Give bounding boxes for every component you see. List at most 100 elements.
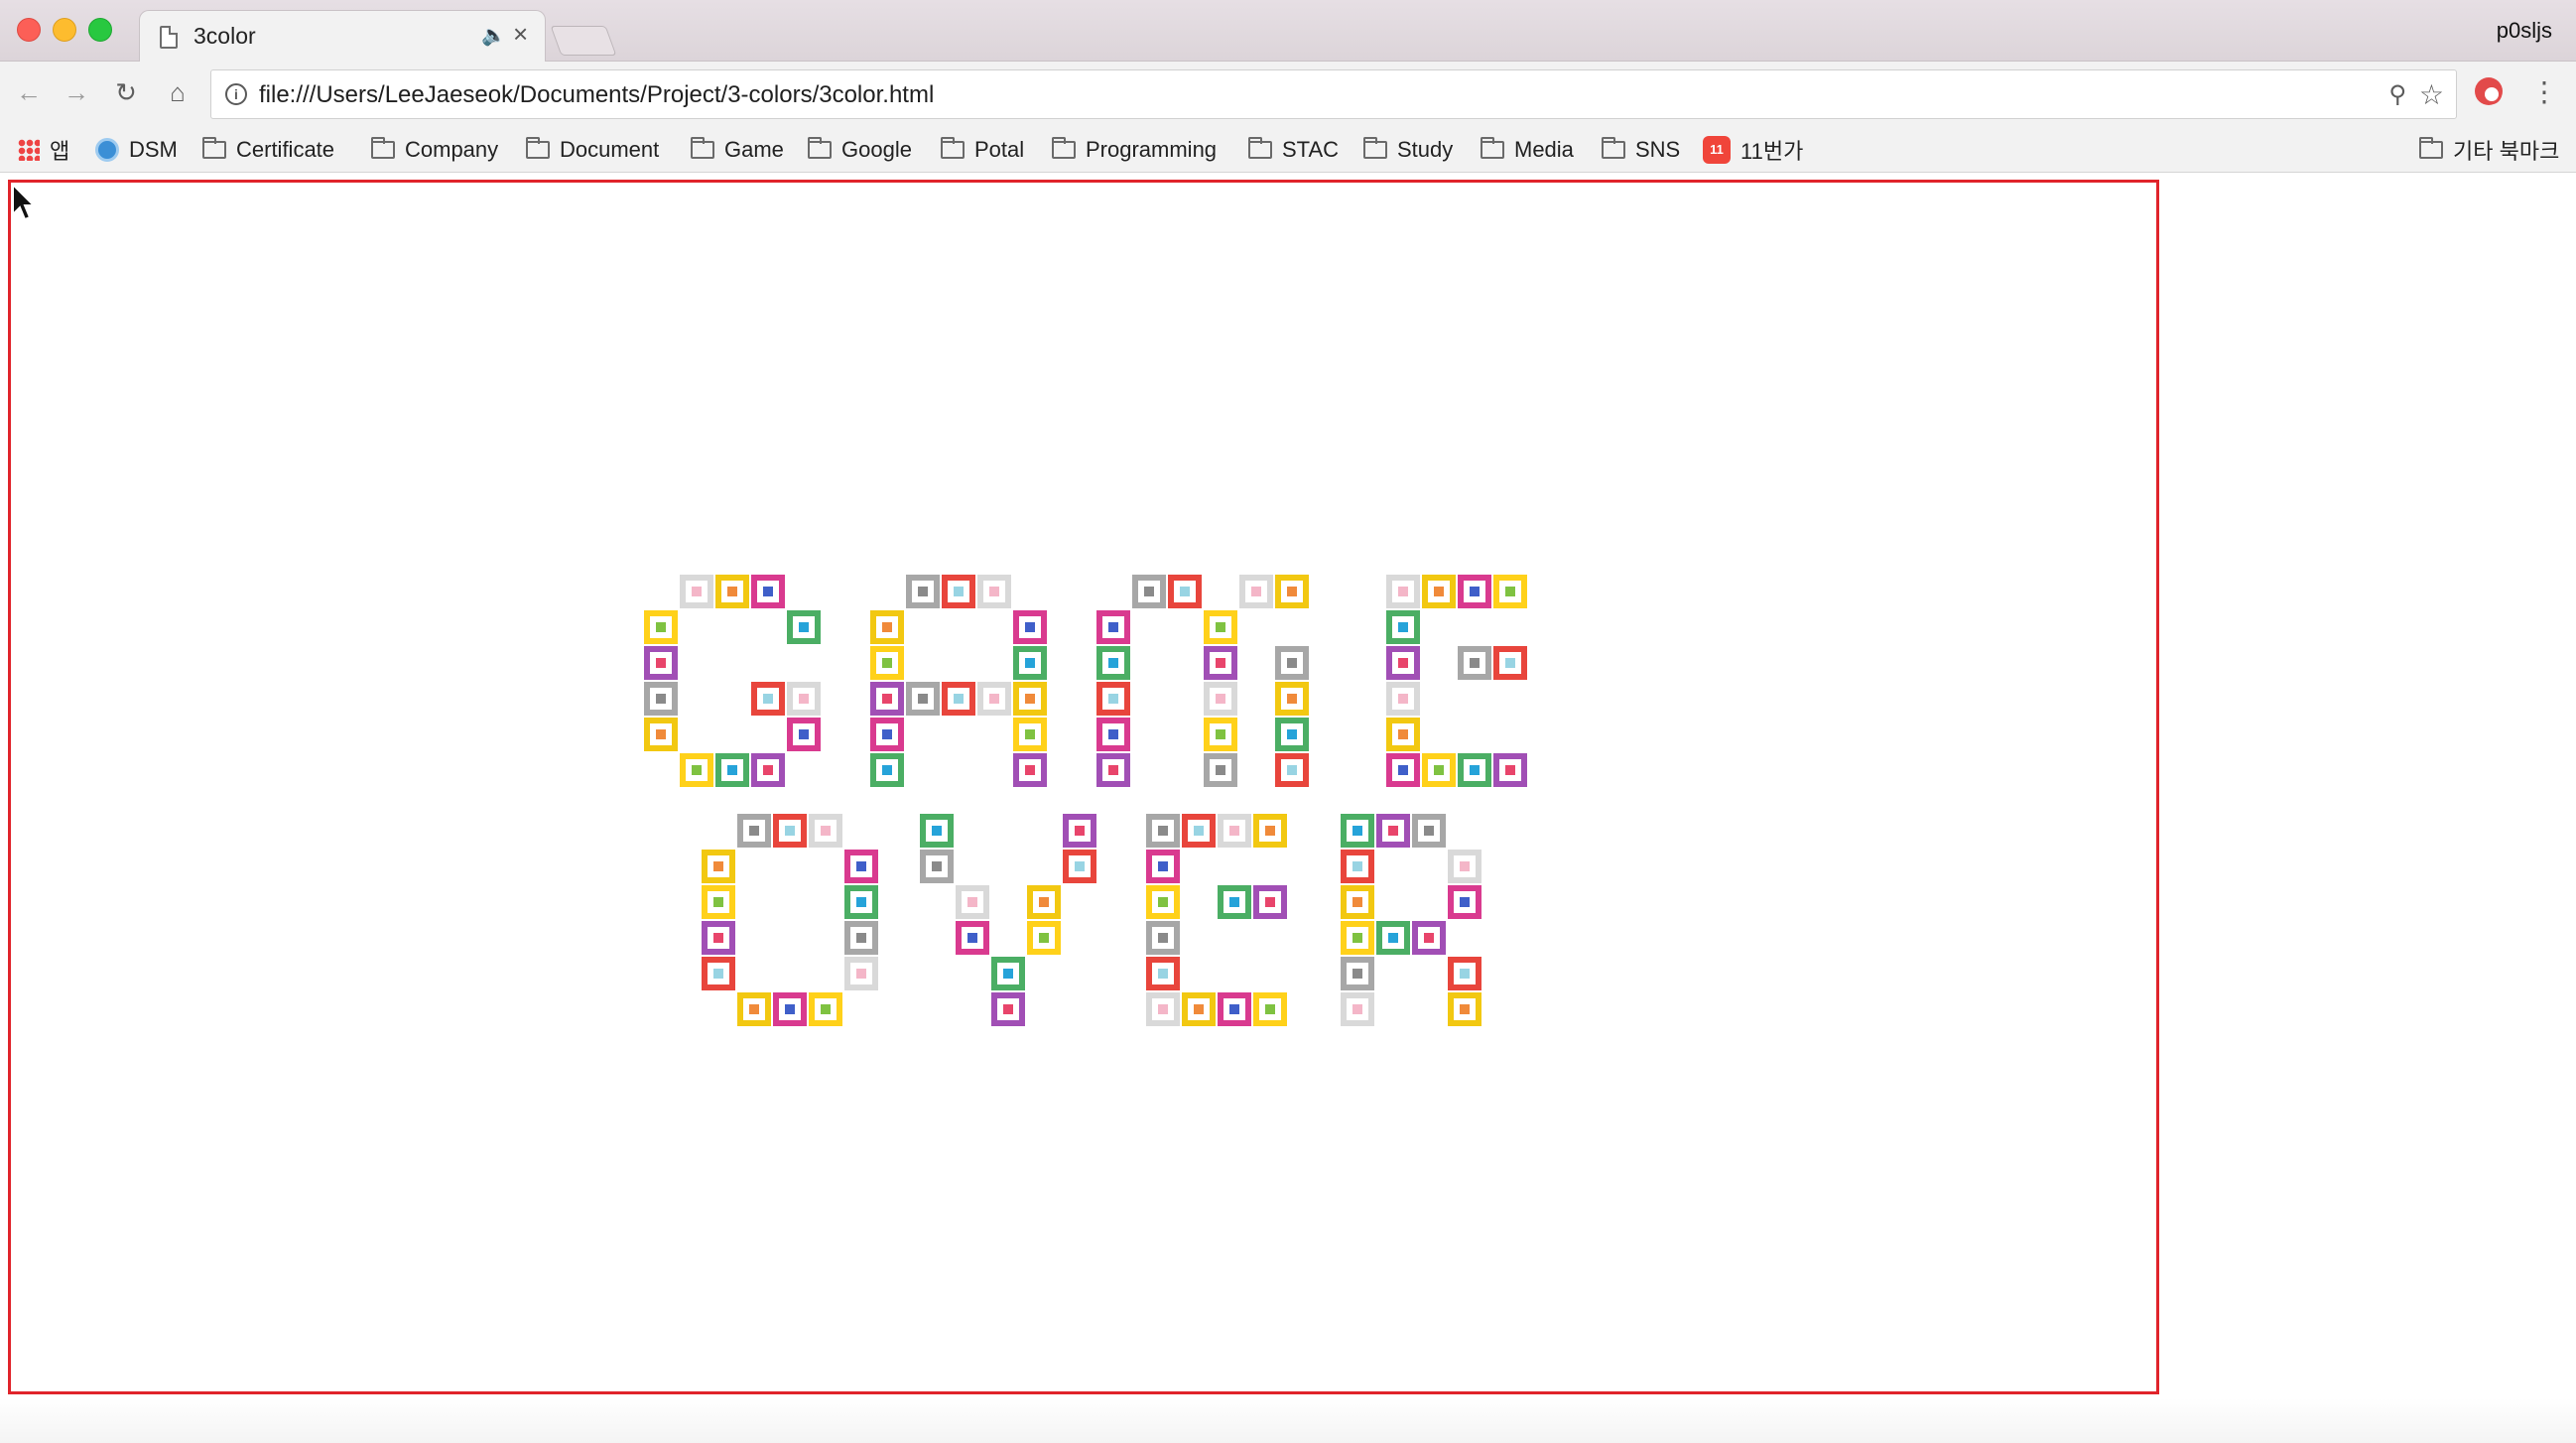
bookmark-folder-programming[interactable]: Programming (1052, 127, 1217, 173)
game-block (751, 753, 785, 787)
game-block (844, 921, 878, 955)
game-block (751, 682, 785, 716)
game-block (809, 992, 842, 1026)
reload-icon[interactable]: ↻ (109, 75, 143, 109)
game-block (1376, 814, 1410, 848)
extension-icon[interactable] (2475, 77, 2503, 105)
bookmark-apps[interactable]: 앱 (18, 127, 69, 173)
game-block (1027, 885, 1061, 919)
game-block (787, 718, 821, 751)
bookmark-folder-media[interactable]: Media (1481, 127, 1574, 173)
game-block (1182, 814, 1216, 848)
forward-arrow-icon[interactable]: → (60, 75, 93, 109)
browser-tab[interactable]: 3color 🔈 × (139, 10, 546, 63)
bookmark-label: Programming (1086, 137, 1218, 162)
game-block (1146, 885, 1180, 919)
game-block (737, 814, 771, 848)
game-block (680, 575, 713, 608)
game-block (1239, 575, 1273, 608)
game-block (737, 992, 771, 1026)
window-minimize-button[interactable] (53, 18, 76, 42)
game-canvas[interactable] (8, 180, 2159, 1394)
game-block (1341, 885, 1374, 919)
bookmark-folder-stac[interactable]: STAC (1248, 127, 1339, 173)
game-block (1386, 610, 1420, 644)
bookmark-11st[interactable]: 11 11번가 (1703, 127, 1803, 173)
game-block (702, 885, 735, 919)
game-block (1386, 575, 1420, 608)
folder-icon (808, 137, 832, 159)
folder-icon (941, 137, 965, 159)
bookmark-label: DSM (129, 137, 178, 162)
bookmark-folder-game[interactable]: Game (691, 127, 784, 173)
bookmark-folder-potal[interactable]: Potal (941, 127, 1024, 173)
bookmark-label: Potal (974, 137, 1025, 162)
game-block (1204, 718, 1237, 751)
game-block (1275, 753, 1309, 787)
bookmark-folder-sns[interactable]: SNS (1602, 127, 1680, 173)
bookmark-folder-other[interactable]: 기타 북마크 (2419, 127, 2559, 173)
game-block (1448, 885, 1481, 919)
folder-icon (1363, 137, 1387, 159)
page-content (0, 174, 2576, 1443)
game-block (1376, 921, 1410, 955)
game-block (1013, 646, 1047, 680)
home-icon[interactable]: ⌂ (161, 75, 194, 109)
bookmark-folder-certificate[interactable]: Certificate (202, 127, 334, 173)
url-text[interactable]: file:///Users/LeeJaeseok/Documents/Proje… (259, 81, 934, 109)
bookmark-folder-document[interactable]: Document (526, 127, 659, 173)
info-icon[interactable]: i (225, 83, 247, 105)
folder-icon (1248, 137, 1272, 159)
game-block (644, 718, 678, 751)
game-block (1063, 850, 1096, 883)
close-icon[interactable]: × (513, 21, 528, 47)
game-block (787, 610, 821, 644)
mouse-pointer-icon (12, 183, 37, 221)
game-block (1132, 575, 1166, 608)
bookmark-dsm[interactable]: DSM (95, 127, 178, 173)
game-block (844, 885, 878, 919)
game-block (1253, 885, 1287, 919)
dsm-icon (95, 138, 119, 162)
page-bottom (0, 1398, 2576, 1443)
game-block (1204, 753, 1237, 787)
folder-icon (202, 137, 226, 159)
game-block (906, 682, 940, 716)
bookmark-label: Certificate (236, 137, 335, 162)
bookmark-folder-company[interactable]: Company (371, 127, 498, 173)
game-block (1448, 850, 1481, 883)
game-block (1013, 682, 1047, 716)
address-bar[interactable]: i file:///Users/LeeJaeseok/Documents/Pro… (210, 69, 2457, 119)
window-close-button[interactable] (17, 18, 41, 42)
game-block (920, 814, 954, 848)
bookmark-star-icon[interactable]: ☆ (2419, 78, 2444, 111)
game-block (991, 992, 1025, 1026)
game-block (773, 992, 807, 1026)
new-tab-button[interactable] (550, 26, 617, 56)
game-block (1386, 646, 1420, 680)
game-block (1218, 814, 1251, 848)
game-block (1275, 682, 1309, 716)
game-block (1204, 682, 1237, 716)
game-block (1204, 610, 1237, 644)
bookmark-folder-study[interactable]: Study (1363, 127, 1453, 173)
back-arrow-icon[interactable]: ← (12, 75, 46, 109)
game-block (1096, 646, 1130, 680)
game-block (1146, 921, 1180, 955)
game-block (844, 957, 878, 990)
bookmark-label: Study (1397, 137, 1454, 162)
game-block (991, 957, 1025, 990)
window-maximize-button[interactable] (88, 18, 112, 42)
profile-name[interactable]: p0sljs (2497, 18, 2552, 44)
game-block (680, 753, 713, 787)
game-block (1146, 814, 1180, 848)
bookmark-label: 11번가 (1740, 139, 1804, 164)
zoom-icon[interactable]: ⚲ (2388, 80, 2406, 109)
bookmark-folder-google[interactable]: Google (808, 127, 912, 173)
game-block (870, 682, 904, 716)
game-block (906, 575, 940, 608)
speaker-icon[interactable]: 🔈 (481, 23, 506, 48)
more-menu-icon[interactable]: ⋮ (2530, 75, 2558, 108)
game-block (1063, 814, 1096, 848)
game-block (787, 682, 821, 716)
